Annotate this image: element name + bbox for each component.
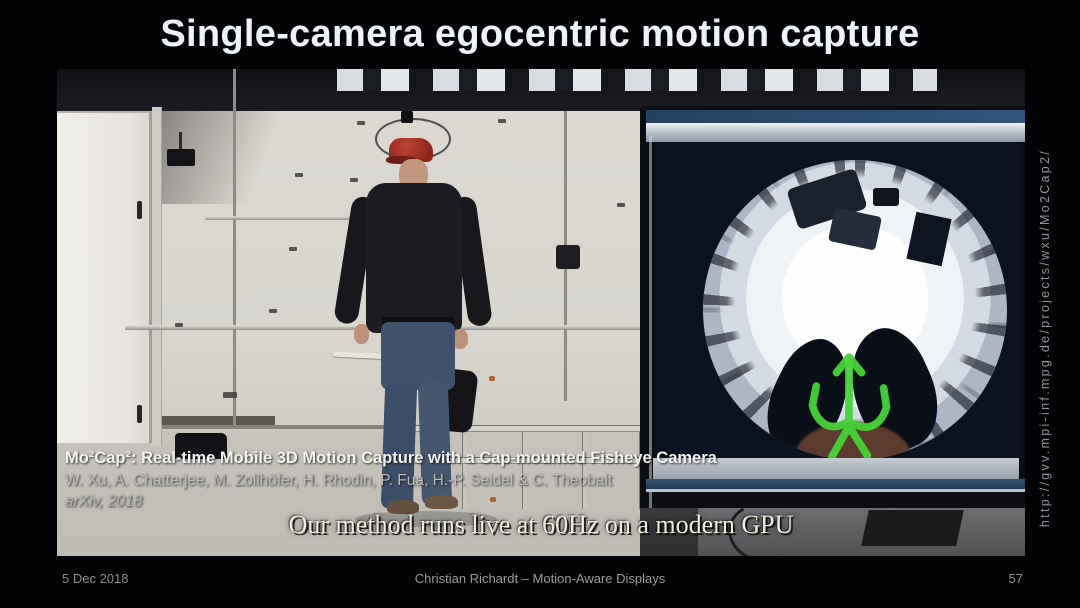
video-frame: Mo²Cap²: Real-time Mobile 3D Motion Capt… <box>57 69 1025 556</box>
mocap-camera-icon <box>167 149 195 166</box>
ceiling-equipment <box>873 188 899 206</box>
orange-marker <box>489 376 495 381</box>
wall-marker <box>223 392 237 398</box>
fisheye-view <box>703 160 1007 458</box>
footer-credit: Christian Richardt – Motion-Aware Displa… <box>414 571 666 586</box>
black-shirt <box>366 183 462 333</box>
page-number: 57 <box>1008 571 1023 586</box>
left-hand <box>354 324 369 344</box>
wall-marker <box>295 173 303 177</box>
presentation-slide: Single-camera egocentric motion capture <box>0 0 1080 608</box>
wall-marker <box>175 323 183 327</box>
door-hinge <box>137 201 142 219</box>
door-frame <box>152 107 162 445</box>
wall-marker <box>498 119 506 123</box>
cap-camera-icon <box>401 111 413 123</box>
tripod-pole <box>233 69 236 425</box>
citation-venue: arXiv, 2018 <box>65 493 143 510</box>
monitor-screen <box>653 142 1019 458</box>
page-title: Single-camera egocentric motion capture <box>160 13 920 55</box>
citation-authors: W. Xu, A. Chatterjee, M. Zollhöfer, H. R… <box>65 472 613 489</box>
wall-marker <box>269 309 277 313</box>
monitor-top-bar <box>646 110 1025 123</box>
citation-title: Mo²Cap²: Real-time Mobile 3D Motion Capt… <box>65 449 717 467</box>
citation-block: Mo²Cap²: Real-time Mobile 3D Motion Capt… <box>65 447 717 512</box>
wall-marker <box>357 121 365 125</box>
ceiling-lights <box>337 69 937 91</box>
wall-marker <box>289 247 297 251</box>
crossbar <box>205 216 373 220</box>
window-titlebar <box>646 123 1025 142</box>
wall-marker <box>617 203 625 207</box>
door-hinge <box>137 405 142 423</box>
project-url: http://gvv.mpi-inf.mpg.de/projects/wxu/M… <box>1038 148 1052 528</box>
wall-marker <box>350 178 358 182</box>
subtitle-caption: Our method runs live at 60Hz on a modern… <box>288 510 794 539</box>
camera-mount <box>179 132 182 150</box>
jeans <box>381 322 455 390</box>
lab-door <box>57 111 152 443</box>
mocap-camera-icon <box>556 245 580 269</box>
green-skeleton-overlay-icon <box>808 353 891 458</box>
